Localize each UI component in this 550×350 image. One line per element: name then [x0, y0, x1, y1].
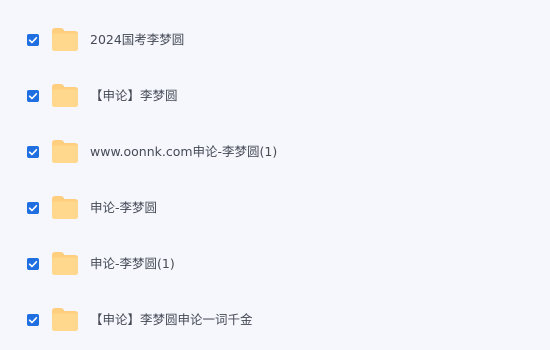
file-row[interactable]: 【申论】李梦圆申论一词千金 [0, 300, 550, 340]
file-name[interactable]: 2024国考李梦圆 [90, 31, 184, 49]
folder-icon [51, 306, 79, 332]
folder-icon [51, 26, 79, 52]
checkbox-checked[interactable] [27, 202, 39, 214]
checkbox-checked[interactable] [27, 34, 39, 46]
file-name[interactable]: 申论-李梦圆(1) [90, 255, 175, 273]
file-name[interactable]: 【申论】李梦圆 [90, 87, 178, 105]
folder-icon [51, 250, 79, 276]
checkbox-checked[interactable] [27, 258, 39, 270]
file-row[interactable]: 2024国考李梦圆 [0, 20, 550, 60]
folder-icon [51, 138, 79, 164]
file-name[interactable]: 【申论】李梦圆申论一词千金 [90, 311, 253, 329]
folder-icon [51, 194, 79, 220]
file-row[interactable]: 申论-李梦圆(1) [0, 244, 550, 284]
checkbox-checked[interactable] [27, 314, 39, 326]
file-list: 2024国考李梦圆 【申论】李梦圆 www.oonnk.com申论-李梦圆(1) [0, 0, 550, 350]
file-row[interactable]: 【申论】李梦圆 [0, 76, 550, 116]
file-row[interactable]: www.oonnk.com申论-李梦圆(1) [0, 132, 550, 172]
checkbox-checked[interactable] [27, 90, 39, 102]
folder-icon [51, 82, 79, 108]
checkbox-checked[interactable] [27, 146, 39, 158]
file-name[interactable]: 申论-李梦圆 [90, 199, 157, 217]
file-name[interactable]: www.oonnk.com申论-李梦圆(1) [90, 143, 277, 161]
file-row[interactable]: 申论-李梦圆 [0, 188, 550, 228]
